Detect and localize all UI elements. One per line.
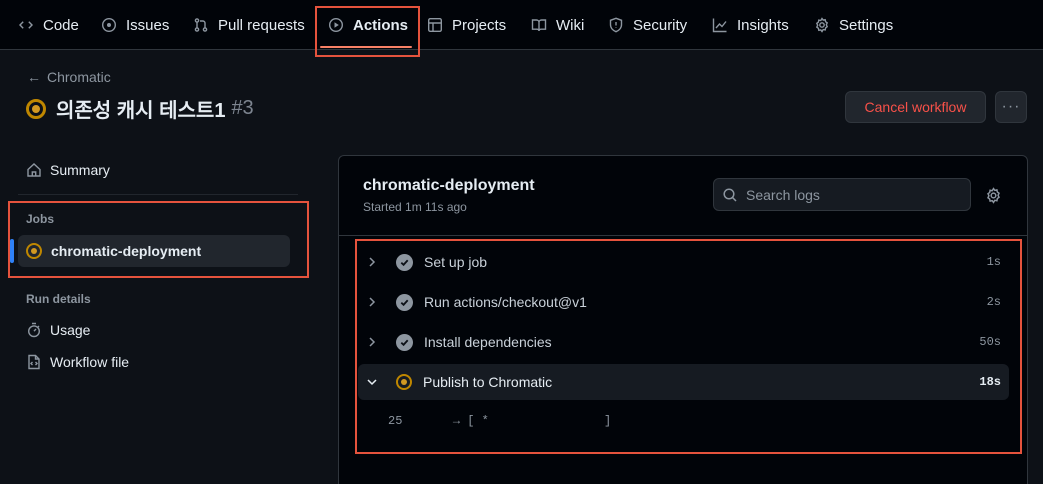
tab-wiki[interactable]: Wiki	[531, 0, 584, 50]
in-progress-icon	[396, 374, 412, 390]
tab-label: Actions	[353, 16, 409, 34]
book-icon	[531, 17, 547, 33]
issue-icon	[101, 17, 117, 33]
tab-label: Projects	[452, 16, 507, 34]
tab-label: Pull requests	[218, 16, 305, 34]
check-circle-icon	[396, 333, 413, 351]
tab-actions[interactable]: Actions	[328, 0, 408, 50]
home-icon	[26, 162, 42, 178]
divider	[339, 235, 1027, 236]
cancel-workflow-button[interactable]: Cancel workflow	[845, 91, 986, 123]
chevron-right-icon	[364, 334, 380, 350]
tab-label: Wiki	[556, 16, 585, 34]
tab-label: Settings	[839, 16, 894, 34]
kebab-horizontal-icon: ···	[1001, 98, 1021, 115]
back-label: Chromatic	[47, 69, 111, 85]
chevron-right-icon	[364, 254, 380, 270]
arrow-left-icon: ←	[27, 69, 41, 85]
tab-issues[interactable]: Issues	[101, 0, 169, 50]
active-tab-indicator	[320, 46, 412, 48]
log-line-number: 25	[388, 414, 403, 428]
step-row[interactable]: Run actions/checkout@v1 2s	[358, 284, 1009, 320]
job-started-text: Started 1m 11s ago	[363, 200, 467, 214]
tab-label: Code	[43, 16, 79, 34]
back-link[interactable]: ← Chromatic	[27, 69, 111, 85]
jobs-heading: Jobs	[26, 212, 55, 226]
tab-security[interactable]: Security	[608, 0, 687, 50]
job-title: chromatic-deployment	[363, 177, 535, 194]
run-details-heading: Run details	[26, 292, 91, 306]
chevron-down-icon	[364, 374, 380, 390]
sidebar-item-summary[interactable]: Summary	[26, 162, 110, 178]
sidebar-item-label: Usage	[50, 322, 91, 338]
more-options-button[interactable]: ···	[995, 91, 1027, 123]
graph-icon	[712, 17, 728, 33]
search-icon	[722, 187, 738, 203]
gear-icon[interactable]	[985, 187, 1002, 204]
stopwatch-icon	[26, 322, 42, 338]
in-progress-icon	[26, 98, 46, 119]
step-row[interactable]: Install dependencies 50s	[358, 324, 1009, 360]
sidebar-item-label: Summary	[50, 162, 110, 178]
tab-label: Security	[633, 16, 688, 34]
step-duration: 18s	[979, 375, 1001, 389]
step-duration: 50s	[979, 335, 1001, 349]
search-logs-field[interactable]	[713, 178, 971, 211]
log-line-text: → [ * ]	[452, 414, 612, 428]
run-number: #3	[231, 97, 254, 119]
tab-pull-requests[interactable]: Pull requests	[193, 0, 305, 50]
step-duration: 2s	[986, 295, 1001, 309]
step-name: Run actions/checkout@v1	[424, 294, 587, 310]
log-line: 25 → [ * ]	[388, 414, 611, 428]
sidebar-item-usage[interactable]: Usage	[26, 322, 90, 338]
selected-indicator	[10, 239, 14, 263]
play-icon	[328, 17, 344, 33]
check-circle-icon	[396, 293, 413, 311]
step-name: Publish to Chromatic	[423, 374, 553, 390]
code-icon	[18, 17, 34, 33]
step-row[interactable]: Set up job 1s	[358, 244, 1009, 280]
pull-request-icon	[193, 17, 209, 33]
page-title: 의존성 캐시 테스트1	[56, 100, 226, 122]
chevron-right-icon	[364, 294, 380, 310]
tab-projects[interactable]: Projects	[427, 0, 506, 50]
shield-icon	[608, 17, 624, 33]
table-icon	[427, 17, 443, 33]
gear-icon	[814, 17, 830, 33]
sidebar-item-job[interactable]: chromatic-deployment	[18, 235, 290, 267]
repo-nav: Code Issues Pull requests Actions Projec…	[0, 0, 1043, 50]
divider	[18, 194, 298, 195]
tab-settings[interactable]: Settings	[814, 0, 893, 50]
job-name: chromatic-deployment	[51, 243, 202, 259]
run-title-row: 의존성 캐시 테스트1 #3	[26, 94, 254, 123]
tab-label: Issues	[126, 16, 170, 34]
step-duration: 1s	[986, 255, 1001, 269]
sidebar-item-label: Workflow file	[50, 354, 130, 370]
check-circle-icon	[396, 253, 413, 271]
step-name: Set up job	[424, 254, 488, 270]
step-row-current[interactable]: Publish to Chromatic 18s	[358, 364, 1009, 400]
in-progress-icon	[26, 243, 42, 259]
tab-label: Insights	[737, 16, 789, 34]
sidebar-item-workflow-file[interactable]: Workflow file	[26, 354, 129, 370]
file-code-icon	[26, 354, 42, 370]
tab-code[interactable]: Code	[18, 0, 79, 50]
step-name: Install dependencies	[424, 334, 552, 350]
search-input[interactable]	[746, 186, 946, 203]
tab-insights[interactable]: Insights	[712, 0, 789, 50]
